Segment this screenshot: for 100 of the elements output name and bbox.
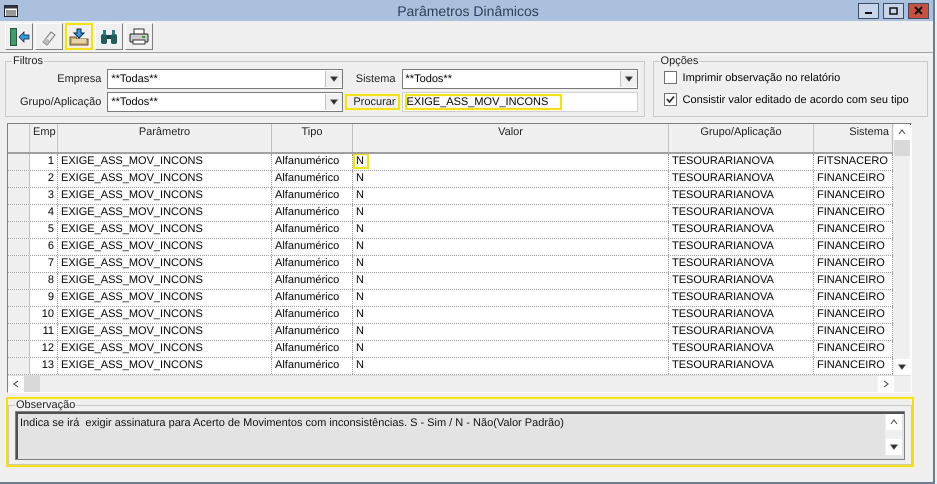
binoculars-icon xyxy=(99,28,119,44)
dropdown-field[interactable]: **Todos** xyxy=(402,69,638,89)
row-header[interactable] xyxy=(8,358,30,374)
close-button[interactable] xyxy=(908,2,929,18)
table-cell: Alfanumérico xyxy=(272,341,353,357)
group-title: Observação xyxy=(15,399,76,411)
toolbar-button[interactable] xyxy=(5,23,33,50)
table-cell: TESOURARIANOVA xyxy=(669,239,814,255)
table-cell: Alfanumérico xyxy=(272,154,353,170)
scroll-down-icon xyxy=(890,443,898,451)
row-header[interactable] xyxy=(8,256,30,272)
table-cell: 8 xyxy=(30,273,58,289)
row-header[interactable] xyxy=(8,307,30,323)
table-cell: N xyxy=(353,154,369,169)
field-label: Procurar xyxy=(345,94,400,110)
dropdown-arrow-icon xyxy=(330,75,338,83)
table-cell: 9 xyxy=(30,290,58,306)
maximize-button[interactable] xyxy=(883,2,904,18)
table-cell: Alfanumérico xyxy=(272,358,353,374)
checkbox[interactable] xyxy=(664,93,677,106)
dropdown-field[interactable]: **Todas** xyxy=(107,69,344,89)
table-cell: EXIGE_ASS_MOV_INCONS xyxy=(58,307,272,323)
table-cell: TESOURARIANOVA xyxy=(669,341,814,357)
table-cell: 1 xyxy=(30,154,58,170)
column-header[interactable]: Tipo xyxy=(272,124,353,152)
row-header[interactable] xyxy=(8,239,30,255)
row-header[interactable] xyxy=(8,188,30,204)
observation-textarea[interactable]: Indica se irá exigir assinatura para Acerto de Movimentos com inconsistências. S - Sim / N - Não(Valor Padrão) xyxy=(15,411,905,460)
window-menu-icon[interactable] xyxy=(4,4,18,16)
table-cell: TESOURARIANOVA xyxy=(669,307,814,323)
row-header[interactable] xyxy=(8,273,30,289)
scroll-up-icon xyxy=(898,128,906,136)
row-header[interactable] xyxy=(8,324,30,340)
checkbox-label: Imprimir observação no relatório xyxy=(682,72,840,84)
table-cell: Alfanumérico xyxy=(272,324,353,340)
table-cell: 5 xyxy=(30,222,58,238)
column-header[interactable]: Emp xyxy=(30,124,58,152)
table-cell-text: N xyxy=(355,290,365,305)
scrollbar-thumb[interactable] xyxy=(894,140,910,156)
search-field[interactable]: EXIGE_ASS_MOV_INCONS xyxy=(402,92,638,112)
column-header[interactable]: Grupo/Aplicação xyxy=(669,124,814,152)
printer-icon xyxy=(129,28,149,46)
table-cell-text: N xyxy=(355,358,365,373)
dropdown-arrow-icon xyxy=(330,98,338,106)
table-cell-text: N xyxy=(355,256,365,271)
table-cell: EXIGE_ASS_MOV_INCONS xyxy=(58,154,272,170)
row-header[interactable] xyxy=(8,171,30,187)
table-cell: Alfanumérico xyxy=(272,239,353,255)
horizontal-scrollbar[interactable] xyxy=(8,375,911,392)
toolbar-button[interactable] xyxy=(65,23,93,50)
folder-download-icon xyxy=(68,28,90,46)
table-cell: Alfanumérico xyxy=(272,205,353,221)
toolbar-button[interactable] xyxy=(95,23,123,50)
table-cell: 13 xyxy=(30,358,58,374)
field-label: Empresa xyxy=(56,72,102,87)
scrollbar-thumb[interactable] xyxy=(24,376,40,392)
table-cell: 10 xyxy=(30,307,58,323)
scroll-up-icon xyxy=(890,418,898,426)
window-title: Parâmetros Dinâmicos xyxy=(396,2,540,18)
table-cell: EXIGE_ASS_MOV_INCONS xyxy=(58,171,272,187)
table-cell-text: N xyxy=(355,171,365,186)
table-cell: Alfanumérico xyxy=(272,222,353,238)
table-cell: EXIGE_ASS_MOV_INCONS xyxy=(58,222,272,238)
checkbox[interactable] xyxy=(664,71,677,84)
table-cell: TESOURARIANOVA xyxy=(669,171,814,187)
observation-text: Indica se irá exigir assinatura para Acerto de Movimentos com inconsistências. S - Sim / N - Não(Valor Padrão) xyxy=(19,416,565,431)
vertical-scrollbar[interactable] xyxy=(893,124,910,375)
table-cell-text: N xyxy=(355,307,365,322)
toolbar-button[interactable] xyxy=(125,23,153,50)
table-cell: 12 xyxy=(30,341,58,357)
table-cell: EXIGE_ASS_MOV_INCONS xyxy=(58,273,272,289)
scroll-left-icon xyxy=(12,380,20,388)
field-label: Grupo/Aplicação xyxy=(19,95,102,110)
table-cell: Alfanumérico xyxy=(272,256,353,272)
column-header[interactable]: Parâmetro xyxy=(58,124,272,152)
row-header[interactable] xyxy=(8,290,30,306)
group-title: Filtros xyxy=(12,55,44,67)
table-cell: 6 xyxy=(30,239,58,255)
group-title: Opções xyxy=(660,55,700,67)
dropdown-field[interactable]: **Todos** xyxy=(107,92,344,112)
table-cell: EXIGE_ASS_MOV_INCONS xyxy=(58,290,272,306)
table-cell: 2 xyxy=(30,171,58,187)
table-cell: TESOURARIANOVA xyxy=(669,324,814,340)
table-cell: EXIGE_ASS_MOV_INCONS xyxy=(58,205,272,221)
row-header[interactable] xyxy=(8,154,30,170)
table-cell: EXIGE_ASS_MOV_INCONS xyxy=(58,358,272,374)
table-cell: TESOURARIANOVA xyxy=(669,358,814,374)
minimize-button[interactable] xyxy=(858,2,879,18)
row-header[interactable] xyxy=(8,222,30,238)
table-cell: 3 xyxy=(30,188,58,204)
row-header[interactable] xyxy=(8,341,30,357)
table-cell: EXIGE_ASS_MOV_INCONS xyxy=(58,256,272,272)
column-header[interactable]: Valor xyxy=(353,124,669,152)
checkbox-label: Consistir valor editado de acordo com seu tipo xyxy=(682,94,909,106)
table-cell: TESOURARIANOVA xyxy=(669,154,814,170)
table-cell: TESOURARIANOVA xyxy=(669,256,814,272)
table-cell: TESOURARIANOVA xyxy=(669,205,814,221)
row-header[interactable] xyxy=(8,205,30,221)
table-cell: 7 xyxy=(30,256,58,272)
table-cell: 4 xyxy=(30,205,58,221)
